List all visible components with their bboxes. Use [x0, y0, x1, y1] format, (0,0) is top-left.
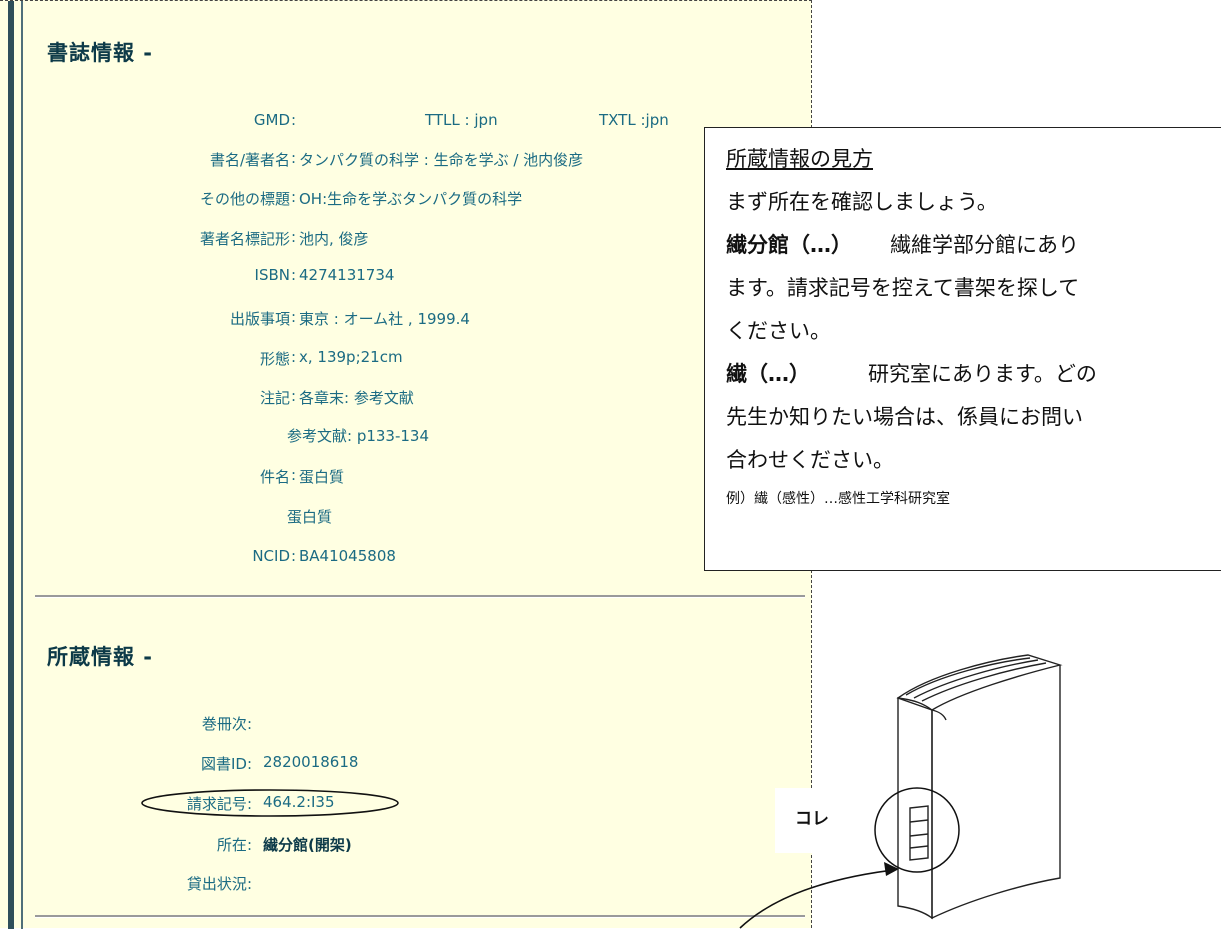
- call-number-circle: [141, 789, 399, 817]
- callout-item1-head: 繊分館（…）: [726, 233, 852, 257]
- callout-example: 例）繊（感性）…感性工学科研究室: [726, 491, 950, 507]
- callout-intro: まず所在を確認しましょう。: [726, 190, 998, 214]
- book-icon: [896, 654, 1063, 920]
- book-illustration: [874, 654, 1063, 920]
- callout-item2-cont: 先生か知りたい場合は、係員にお問い: [726, 405, 1083, 429]
- callout-item1: 繊分館（…） 繊維学部分館にあり: [726, 224, 1221, 267]
- callout-item1-cont: ます。請求記号を控えて書架を探して: [726, 276, 1080, 300]
- callout-item1-text: 繊維学部分館にあり: [890, 233, 1079, 257]
- pointer-label: コレ: [795, 809, 829, 829]
- callout-item2: 繊（…） 研究室にあります。どの: [726, 353, 1221, 396]
- callout-item2-cont2: 合わせください。: [726, 448, 894, 472]
- callout-item1-cont2: ください。: [726, 319, 831, 343]
- callout-item2-text: 研究室にあります。どの: [868, 362, 1097, 386]
- callout-item2-head: 繊（…）: [726, 362, 810, 386]
- explanation-callout: 所蔵情報の見方 まず所在を確認しましょう。 繊分館（…） 繊維学部分館にあり ます…: [704, 127, 1221, 571]
- callout-title: 所蔵情報の見方: [726, 147, 873, 171]
